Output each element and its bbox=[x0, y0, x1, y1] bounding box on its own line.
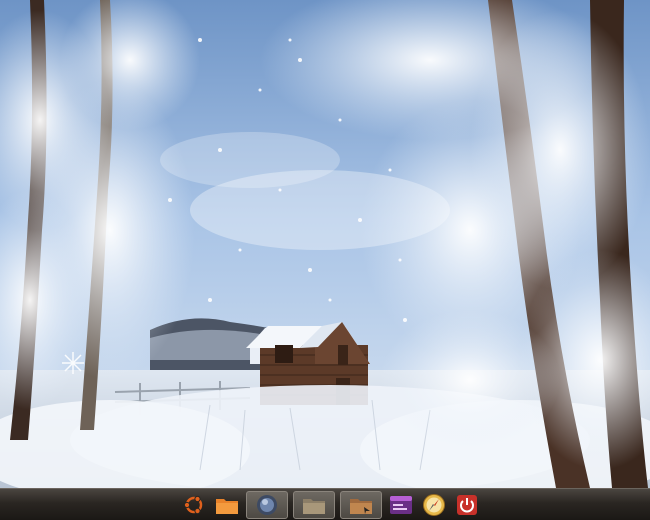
gray-orb-window-icon[interactable] bbox=[246, 491, 288, 519]
purple-window-icon[interactable] bbox=[387, 491, 415, 519]
desktop-wallpaper bbox=[0, 0, 650, 488]
taskbar-dock bbox=[0, 488, 650, 520]
folder-window-icon[interactable] bbox=[293, 491, 335, 519]
compass-browser-icon[interactable] bbox=[420, 491, 448, 519]
power-icon[interactable] bbox=[453, 491, 481, 519]
folder-window-icon[interactable] bbox=[340, 491, 382, 519]
winter-scene bbox=[0, 0, 650, 488]
ubuntu-logo-icon[interactable] bbox=[180, 491, 208, 519]
snowflake-icon bbox=[62, 352, 84, 374]
orange-folder-icon[interactable] bbox=[213, 491, 241, 519]
